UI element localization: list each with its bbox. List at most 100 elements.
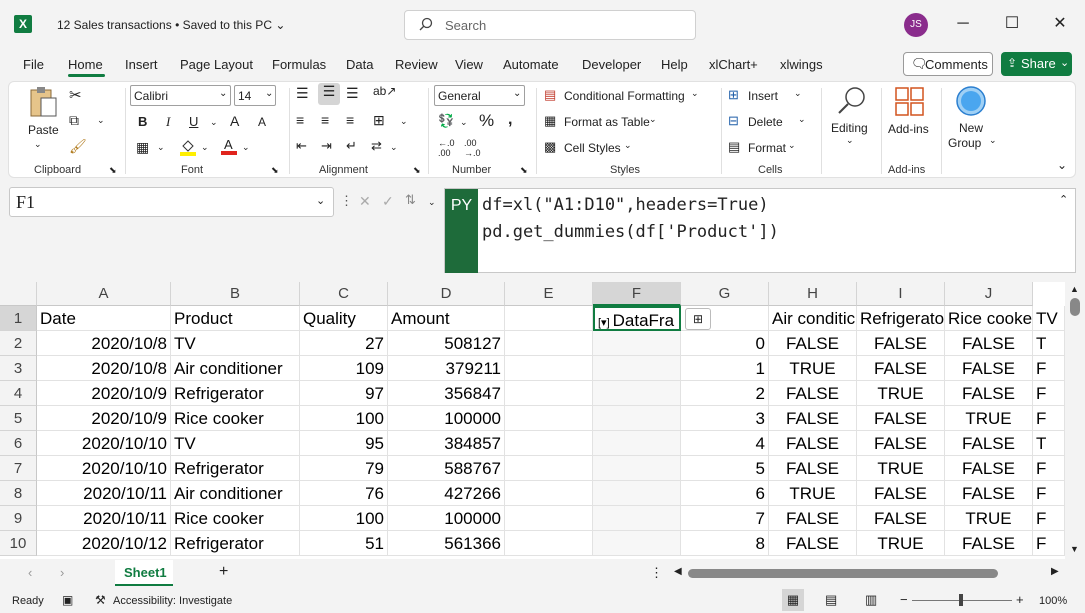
cell-d9[interactable]: 100000 (388, 506, 505, 531)
cell-f3[interactable] (593, 356, 681, 381)
cell-j6[interactable]: FALSE (945, 431, 1033, 456)
format-cells-button[interactable]: ▤ Format ⌄ (728, 139, 808, 159)
cell-f10[interactable] (593, 531, 681, 556)
cell-h2[interactable]: FALSE (769, 331, 857, 356)
cell-c8[interactable]: 76 (300, 481, 388, 506)
cell-b9[interactable]: Rice cooker (171, 506, 300, 531)
row-header-9[interactable]: 9 (0, 506, 37, 531)
fill-color-icon[interactable] (180, 138, 196, 156)
wrap-text-icon[interactable]: ↵ (346, 138, 357, 154)
cell-h10[interactable]: FALSE (769, 531, 857, 556)
cell-c9[interactable]: 100 (300, 506, 388, 531)
bold-button[interactable]: B (138, 114, 147, 129)
tab-formulas[interactable]: Formulas (272, 57, 326, 72)
cell-d6[interactable]: 384857 (388, 431, 505, 456)
cell-k3[interactable]: F (1033, 356, 1065, 381)
align-left-icon[interactable]: ≡ (296, 112, 304, 128)
tab-xlchart[interactable]: xlChart+ (709, 57, 758, 72)
normal-view-icon[interactable]: ▦ (782, 589, 804, 611)
enter-icon[interactable]: ✓ (382, 193, 394, 210)
cell-g8[interactable]: 6 (681, 481, 769, 506)
cell-d5[interactable]: 100000 (388, 406, 505, 431)
row-header-1[interactable]: 1 (0, 306, 37, 331)
row-header-7[interactable]: 7 (0, 456, 37, 481)
cell-i4[interactable]: TRUE (857, 381, 945, 406)
cell-e5[interactable] (505, 406, 593, 431)
italic-button[interactable]: I (166, 114, 170, 130)
cell-d8[interactable]: 427266 (388, 481, 505, 506)
cell-j8[interactable]: FALSE (945, 481, 1033, 506)
cell-j10[interactable]: FALSE (945, 531, 1033, 556)
cell-k2[interactable]: T (1033, 331, 1065, 356)
cell-f2[interactable] (593, 331, 681, 356)
cell-b5[interactable]: Rice cooker (171, 406, 300, 431)
cell-k8[interactable]: F (1033, 481, 1065, 506)
cell-b8[interactable]: Air conditioner (171, 481, 300, 506)
decrease-indent-icon[interactable]: ⇤ (296, 138, 307, 154)
cell-f7[interactable] (593, 456, 681, 481)
scroll-left-icon[interactable]: ◀ (674, 566, 682, 577)
chevron-down-icon[interactable]: ⌄ (157, 142, 165, 153)
cell-e4[interactable] (505, 381, 593, 406)
row-header-6[interactable]: 6 (0, 431, 37, 456)
chevron-down-icon[interactable]: ⌄ (34, 139, 42, 150)
cell-j7[interactable]: FALSE (945, 456, 1033, 481)
accessibility-icon[interactable]: ⚒ (95, 593, 106, 607)
chevron-down-icon[interactable]: ⌄ (201, 142, 209, 153)
column-header-j[interactable]: J (945, 282, 1033, 306)
tab-xlwings[interactable]: xlwings (780, 57, 823, 72)
chevron-down-icon[interactable]: ⌄ (428, 197, 436, 208)
chevron-down-icon[interactable]: ⌄ (97, 115, 105, 126)
more-options-icon[interactable]: ⋮ (650, 565, 663, 581)
increase-decimal-icon[interactable]: ←.0.00 (438, 138, 455, 158)
cell-c1[interactable]: Quality (300, 306, 388, 331)
row-header-4[interactable]: 4 (0, 381, 37, 406)
cell-b2[interactable]: TV (171, 331, 300, 356)
cell-c6[interactable]: 95 (300, 431, 388, 456)
cell-a9[interactable]: 2020/10/11 (37, 506, 171, 531)
cell-g5[interactable]: 3 (681, 406, 769, 431)
cell-i10[interactable]: TRUE (857, 531, 945, 556)
tab-data[interactable]: Data (346, 57, 373, 72)
cell-i5[interactable]: FALSE (857, 406, 945, 431)
cell-f5[interactable] (593, 406, 681, 431)
align-bottom-icon[interactable]: ☰ (346, 85, 359, 102)
share-button[interactable]: ⇪ Share ⌄ (1001, 52, 1072, 76)
cell-b3[interactable]: Air conditioner (171, 356, 300, 381)
format-painter-icon[interactable]: 🖌 (69, 138, 87, 155)
cell-e8[interactable] (505, 481, 593, 506)
cell-g6[interactable]: 4 (681, 431, 769, 456)
align-middle-icon[interactable]: ☰ (318, 83, 340, 105)
scroll-down-icon[interactable]: ▼ (1070, 544, 1079, 554)
dialog-launcher-icon[interactable]: ⬊ (109, 165, 117, 176)
scroll-right-icon[interactable]: ▶ (1051, 566, 1059, 577)
borders-icon[interactable]: ▦ (136, 139, 149, 156)
cell-k4[interactable]: F (1033, 381, 1065, 406)
decrease-decimal-icon[interactable]: .00 →.0 (464, 138, 481, 158)
cell-c4[interactable]: 97 (300, 381, 388, 406)
tab-help[interactable]: Help (661, 57, 688, 72)
number-format-select[interactable]: General ⌄ (434, 85, 525, 106)
sheet-tab-sheet1[interactable]: Sheet1 (115, 560, 173, 586)
tab-home[interactable]: Home (68, 57, 103, 72)
new-group-button[interactable]: New Group ⌄ (947, 85, 997, 150)
search-input[interactable]: Search (404, 10, 696, 40)
cell-i1[interactable]: Refrigerato (857, 306, 945, 331)
cell-i3[interactable]: FALSE (857, 356, 945, 381)
chevron-down-icon[interactable]: ⌄ (400, 116, 408, 127)
insert-cells-button[interactable]: ⊞ Insert ⌄ (728, 87, 808, 107)
orientation-icon[interactable]: ab↗ (373, 84, 396, 98)
more-options-icon[interactable]: ⋮ (340, 193, 353, 209)
cell-j3[interactable]: FALSE (945, 356, 1033, 381)
cell-a4[interactable]: 2020/10/9 (37, 381, 171, 406)
dialog-launcher-icon[interactable]: ⬊ (271, 165, 279, 176)
maximize-button[interactable]: ☐ (997, 12, 1027, 36)
tab-insert[interactable]: Insert (125, 57, 158, 72)
dataframe-icon[interactable]: [▾] (598, 317, 610, 329)
column-header-g[interactable]: G (681, 282, 769, 306)
cell-b4[interactable]: Refrigerator (171, 381, 300, 406)
cut-icon[interactable]: ✂ (69, 86, 82, 104)
vertical-scrollbar[interactable]: ▲ ▼ (1065, 282, 1085, 559)
close-button[interactable]: ✕ (1045, 12, 1075, 36)
cell-f4[interactable] (593, 381, 681, 406)
